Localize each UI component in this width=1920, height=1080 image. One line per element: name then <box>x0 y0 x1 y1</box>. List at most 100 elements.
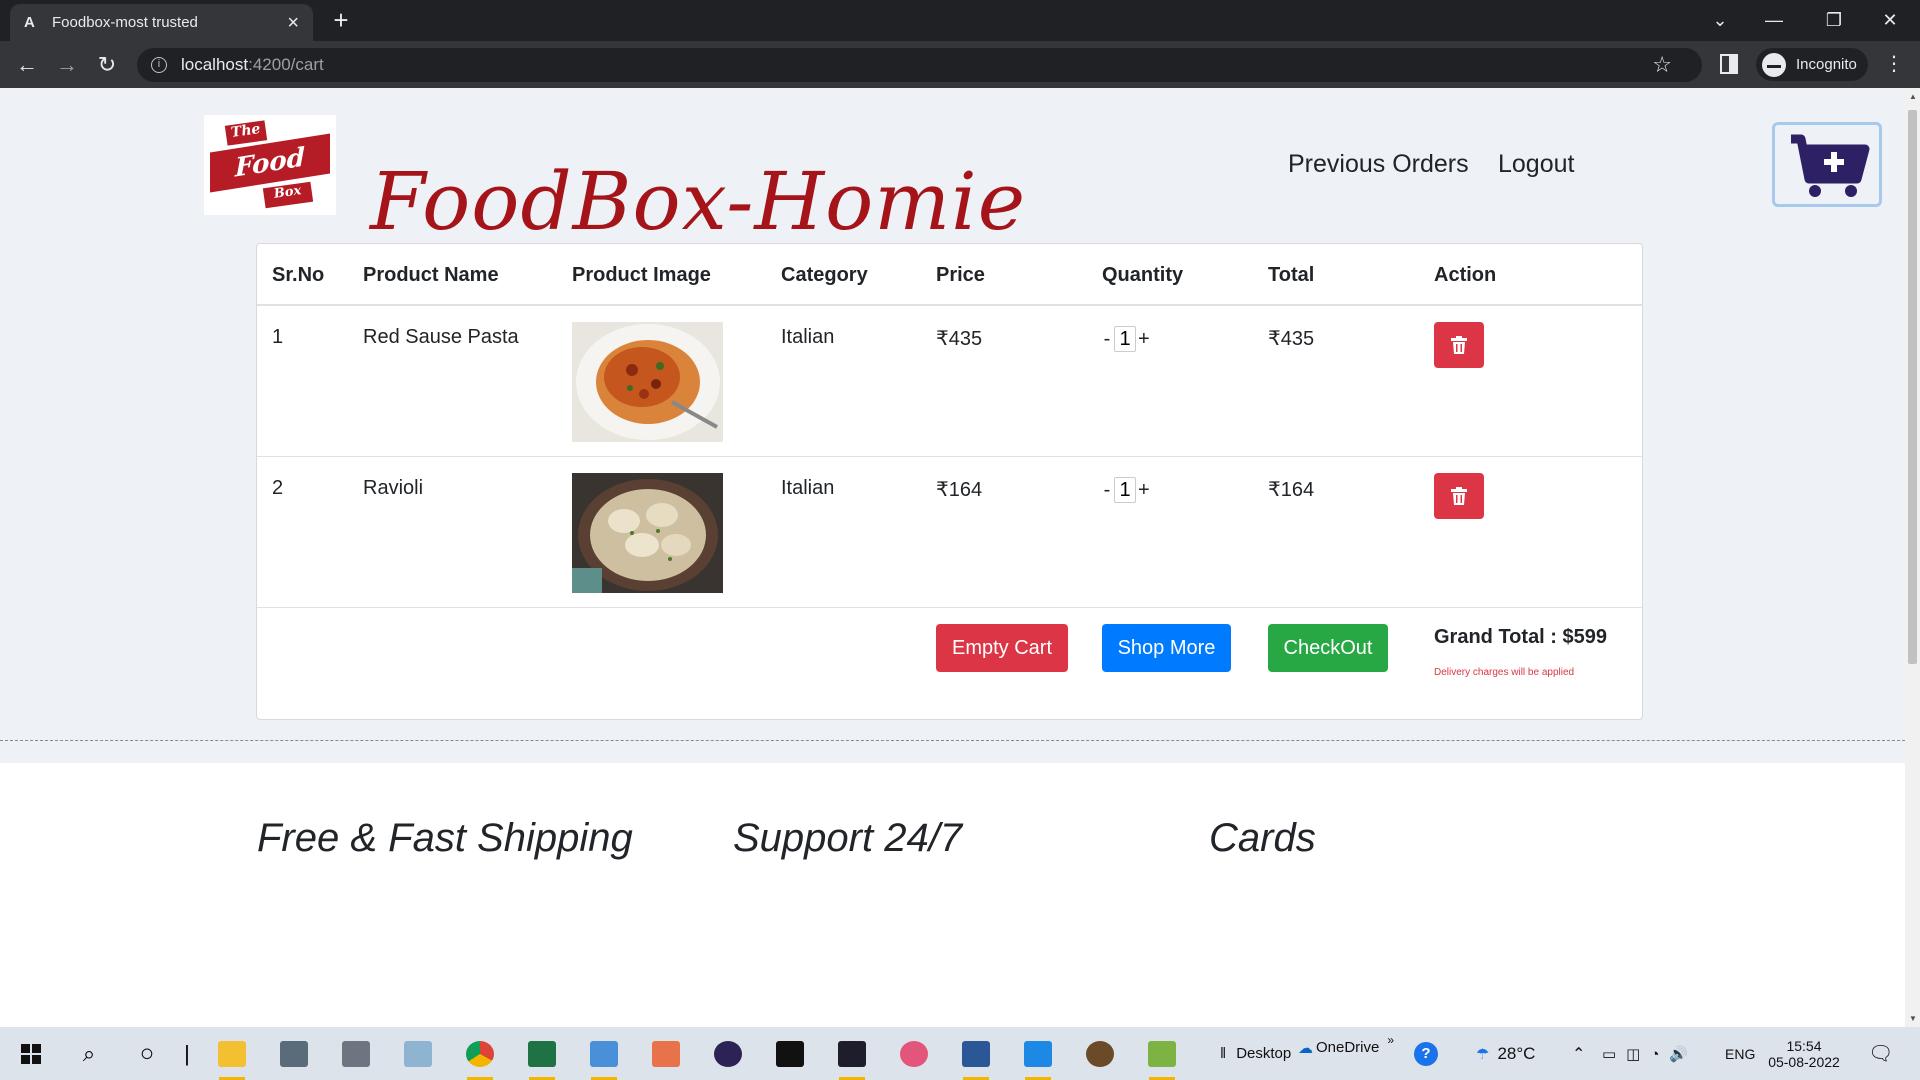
app-icon[interactable] <box>1075 1027 1125 1080</box>
eclipse-icon[interactable] <box>703 1027 753 1080</box>
bookmark-star-icon[interactable]: ☆ <box>1652 52 1672 78</box>
col-header: Quantity <box>1102 264 1184 286</box>
incognito-icon <box>1762 52 1786 77</box>
desktop-label: Desktop <box>1236 1045 1292 1062</box>
site-info-icon[interactable]: i <box>151 57 167 73</box>
foodbox-logo[interactable]: The Food Box <box>204 115 336 215</box>
browser-toolbar: ← → ↻ i localhost :4200/cart ☆ Incognito… <box>0 41 1920 88</box>
qty-decrease-button[interactable]: - <box>1102 328 1112 351</box>
line-total: ₹164 <box>1268 479 1315 501</box>
restore-button[interactable]: ❐ <box>1807 0 1861 41</box>
cortana-icon[interactable]: ○ <box>124 1027 170 1080</box>
chrome-icon[interactable] <box>455 1027 505 1080</box>
browser-tab[interactable]: A Foodbox-most trusted × <box>10 4 313 41</box>
table-row: 2 Ravioli Italian ₹164 - 1 + ₹164 <box>257 457 1642 608</box>
cart-table: Sr.No Product Name Product Image Categor… <box>256 243 1643 720</box>
minimize-button[interactable]: — <box>1747 0 1801 41</box>
weather-widget[interactable]: ☂ 28°C <box>1476 1027 1535 1080</box>
paint-icon[interactable] <box>1137 1027 1187 1080</box>
col-header: Product Image <box>572 264 711 286</box>
category: Italian <box>781 477 835 499</box>
pasta-image <box>572 322 723 442</box>
product-name: Ravioli <box>363 477 424 499</box>
notes-app-icon[interactable] <box>393 1027 443 1080</box>
quantity-stepper: - 1 + <box>1102 326 1150 352</box>
product-name: Red Sause Pasta <box>363 326 519 348</box>
search-icon[interactable]: ⌕ <box>66 1027 112 1080</box>
cart-button[interactable] <box>1772 122 1882 207</box>
delete-item-button[interactable] <box>1434 322 1484 368</box>
incognito-label: Incognito <box>1796 56 1857 73</box>
address-bar[interactable]: i localhost :4200/cart ☆ <box>137 48 1702 82</box>
table-header-row: Sr.No Product Name Product Image Categor… <box>257 244 1642 306</box>
scroll-up-icon[interactable]: ▲ <box>1909 92 1917 101</box>
desktop-toolbar[interactable]: ‖ Desktop <box>1220 1027 1291 1080</box>
close-window-button[interactable]: ✕ <box>1863 0 1917 41</box>
qty-increase-button[interactable]: + <box>1138 479 1150 502</box>
help-icon[interactable]: ? <box>1414 1027 1438 1080</box>
onedrive-toolbar[interactable]: ☁ OneDrive » <box>1298 1021 1394 1074</box>
excel-icon[interactable] <box>517 1027 567 1080</box>
empty-cart-button[interactable]: Empty Cart <box>936 624 1068 672</box>
snip-tool-icon[interactable] <box>889 1027 939 1080</box>
logo-box: Box <box>262 181 314 209</box>
start-button[interactable] <box>8 1027 54 1080</box>
col-header: Product Name <box>363 264 499 286</box>
new-tab-button[interactable]: + <box>325 6 357 36</box>
feature-cards: Cards <box>1209 816 1316 860</box>
checkout-button[interactable]: CheckOut <box>1268 624 1388 672</box>
price: ₹164 <box>936 479 983 501</box>
trash-icon <box>1451 336 1467 354</box>
price: ₹435 <box>936 328 983 350</box>
ravioli-image <box>572 473 723 593</box>
side-panel-icon[interactable] <box>1720 54 1738 74</box>
tab-title: Foodbox-most trusted <box>52 14 198 31</box>
reload-icon[interactable]: ↻ <box>91 49 123 81</box>
mysql-icon[interactable] <box>827 1027 877 1080</box>
qty-decrease-button[interactable]: - <box>1102 479 1112 502</box>
scroll-down-icon[interactable]: ▼ <box>1909 1014 1917 1023</box>
nav-previous-orders[interactable]: Previous Orders <box>1288 150 1469 179</box>
page-scrollbar[interactable]: ▲ ▼ <box>1905 88 1920 1027</box>
close-tab-icon[interactable]: × <box>287 13 299 33</box>
scrollbar-thumb[interactable] <box>1908 110 1917 664</box>
category: Italian <box>781 326 835 348</box>
url-path: :4200/cart <box>248 55 324 74</box>
shop-more-button[interactable]: Shop More <box>1102 624 1231 672</box>
col-header: Action <box>1434 264 1497 286</box>
file-explorer-icon[interactable] <box>207 1027 257 1080</box>
language-indicator[interactable]: ENG <box>1725 1027 1755 1080</box>
col-header: Price <box>936 264 985 286</box>
cart-plus-icon <box>1791 134 1870 197</box>
system-tray-icons[interactable]: ▭◫◔🔊 <box>1602 1027 1698 1080</box>
camera-icon[interactable] <box>331 1027 381 1080</box>
bolt-app-icon[interactable] <box>579 1027 629 1080</box>
back-icon[interactable]: ← <box>11 49 43 81</box>
qty-value[interactable]: 1 <box>1114 477 1136 503</box>
sr-no: 2 <box>272 477 284 499</box>
vscode-icon[interactable] <box>1013 1027 1063 1080</box>
incognito-profile-button[interactable]: Incognito <box>1756 48 1868 81</box>
delete-item-button[interactable] <box>1434 473 1484 519</box>
toolbar-chevron-icon[interactable]: » <box>1387 1033 1394 1047</box>
forward-icon[interactable]: → <box>51 49 83 81</box>
qty-increase-button[interactable]: + <box>1138 328 1150 351</box>
git-app-icon[interactable] <box>641 1027 691 1080</box>
tab-search-icon[interactable]: ⌄ <box>1693 0 1747 41</box>
word-icon[interactable] <box>951 1027 1001 1080</box>
calculator-icon[interactable] <box>269 1027 319 1080</box>
clock[interactable]: 15:54 05-08-2022 <box>1768 1027 1840 1080</box>
nav-logout[interactable]: Logout <box>1498 150 1574 179</box>
brand-title: FoodBox-Homie <box>370 155 1027 248</box>
show-hidden-icons[interactable]: ⌃ <box>1572 1027 1585 1080</box>
delivery-note: Delivery charges will be applied <box>1434 667 1575 678</box>
qty-value[interactable]: 1 <box>1114 326 1136 352</box>
col-header: Total <box>1268 264 1315 286</box>
notifications-icon[interactable]: 🗨 <box>1868 1027 1893 1080</box>
quantity-stepper: - 1 + <box>1102 477 1150 503</box>
col-header: Sr.No <box>272 264 325 286</box>
terminal-icon[interactable] <box>765 1027 815 1080</box>
clock-date: 05-08-2022 <box>1768 1053 1840 1070</box>
table-row: 1 Red Sause Pasta Italian ₹435 - 1 + ₹43… <box>257 306 1642 457</box>
browser-menu-icon[interactable]: ⋮ <box>1884 51 1904 76</box>
